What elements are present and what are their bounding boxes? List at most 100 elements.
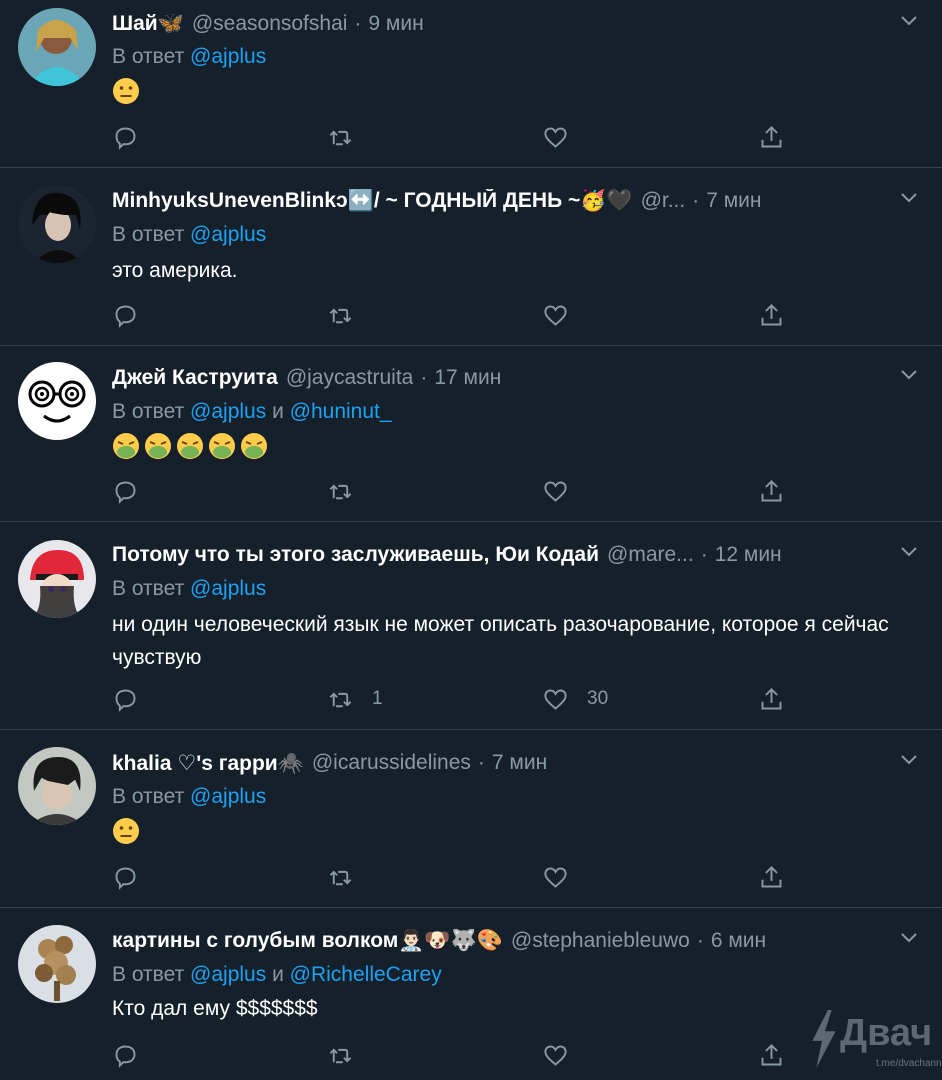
handle[interactable]: @r... (641, 189, 686, 213)
separator-dot: · (700, 543, 708, 566)
watermark-brand: Двач (840, 1012, 933, 1054)
reply-button[interactable] (112, 862, 139, 892)
reply-prefix: В ответ (112, 223, 185, 246)
display-name[interactable]: khalia ♡'s гарри🕷️ (112, 751, 304, 776)
display-name[interactable]: Джей Каструита (112, 366, 278, 390)
timestamp[interactable]: 6 мин (711, 929, 766, 953)
mention-link[interactable]: @ajplus (190, 45, 266, 68)
retweet-icon (329, 870, 352, 885)
reply-button[interactable] (112, 300, 139, 330)
separator-dot: · (477, 751, 485, 774)
timestamp[interactable]: 7 мин (492, 751, 547, 775)
reply-icon (115, 305, 136, 328)
timestamp[interactable]: 7 мин (706, 189, 761, 213)
vomiting-face-emoji (241, 433, 267, 460)
avatar[interactable] (18, 540, 96, 618)
like-button[interactable] (542, 122, 587, 152)
retweet-button[interactable] (327, 476, 372, 506)
reply-icon (115, 689, 136, 712)
timestamp[interactable]: 9 мин (368, 12, 423, 36)
separator-dot: · (696, 929, 704, 952)
avatar[interactable] (18, 8, 96, 86)
like-button[interactable] (542, 862, 587, 892)
share-button[interactable] (758, 122, 785, 152)
handle[interactable]: @mare... (607, 543, 694, 567)
mention-link[interactable]: @ajplus (190, 785, 266, 808)
share-button[interactable] (758, 300, 785, 330)
chevron-down-icon[interactable] (898, 364, 920, 386)
reply-button[interactable] (112, 476, 139, 506)
retweet-icon (329, 308, 352, 323)
display-name[interactable]: Шай🦋 (112, 12, 184, 36)
retweet-button[interactable] (327, 1040, 372, 1070)
mention-link[interactable]: @ajplus (190, 223, 266, 246)
separator-dot: · (420, 366, 428, 389)
handle[interactable]: @jaycastruita (286, 366, 414, 390)
share-button[interactable] (758, 862, 785, 892)
tweet-actions (112, 122, 812, 152)
display-name[interactable]: Потому что ты этого заслуживаешь, Юи Код… (112, 543, 599, 567)
retweet-button[interactable] (327, 300, 372, 330)
separator-dot: · (354, 12, 362, 35)
tweet[interactable]: Шай🦋 @seasonsofshai · 9 мин В ответ @ajp… (0, 0, 942, 168)
handle[interactable]: @stephaniebleuwo (511, 929, 690, 953)
reply-joiner: и (272, 400, 284, 423)
avatar[interactable] (18, 185, 96, 263)
reply-button[interactable] (112, 684, 139, 714)
tweet[interactable]: картины с голубым волком👨🏻‍⚕️🐶🐺🎨 @stepha… (0, 908, 942, 1080)
vomiting-face-emoji (113, 433, 139, 460)
reply-prefix: В ответ (112, 785, 185, 808)
avatar[interactable] (18, 747, 96, 825)
share-button[interactable] (758, 476, 785, 506)
mention-link[interactable]: @huninut_ (290, 400, 392, 423)
chevron-down-icon[interactable] (898, 927, 920, 949)
retweet-button[interactable]: 1 (327, 684, 383, 714)
like-button[interactable] (542, 1040, 587, 1070)
avatar[interactable] (18, 925, 96, 1003)
like-icon (544, 481, 567, 502)
chevron-down-icon[interactable] (898, 541, 920, 563)
retweet-button[interactable] (327, 862, 372, 892)
like-button[interactable]: 30 (542, 684, 608, 714)
tweet[interactable]: Потому что ты этого заслуживаешь, Юи Код… (0, 522, 942, 730)
mention-link[interactable]: @RichelleCarey (290, 963, 442, 986)
chevron-down-icon[interactable] (898, 187, 920, 209)
reply-button[interactable] (112, 1040, 139, 1070)
watermark: Двач t.me/dvachannel (806, 1004, 942, 1074)
like-button[interactable] (542, 476, 587, 506)
reply-button[interactable] (112, 122, 139, 152)
share-button[interactable] (758, 1040, 785, 1070)
like-button[interactable] (542, 300, 587, 330)
display-name[interactable]: картины с голубым волком👨🏻‍⚕️🐶🐺🎨 (112, 929, 503, 953)
tweet[interactable]: MinhyuksUnevenBlinkↄ↔️/ ~ ГОДНЫЙ ДЕНЬ ~🥳… (0, 168, 942, 346)
share-button[interactable] (758, 684, 785, 714)
tweet[interactable]: khalia ♡'s гарри🕷️ @icarussidelines · 7 … (0, 730, 942, 908)
tweet-actions (112, 862, 812, 892)
handle[interactable]: @icarussidelines (312, 751, 471, 775)
retweet-icon (329, 484, 352, 499)
timestamp[interactable]: 12 мин (715, 543, 782, 567)
tweet-text: Кто дал ему $$$$$$$ (112, 997, 318, 1020)
mention-link[interactable]: @ajplus (190, 400, 266, 423)
share-icon (761, 687, 782, 709)
tweet-actions (112, 1040, 812, 1070)
mention-link[interactable]: @ajplus (190, 963, 266, 986)
timestamp[interactable]: 17 мин (434, 366, 501, 390)
chevron-down-icon[interactable] (898, 749, 920, 771)
reply-context: В ответ @ajplus и @huninut_ (112, 400, 392, 424)
vomiting-face-emoji (209, 433, 235, 460)
mention-link[interactable]: @ajplus (190, 577, 266, 600)
display-name[interactable]: MinhyuksUnevenBlinkↄ↔️/ ~ ГОДНЫЙ ДЕНЬ ~🥳… (112, 189, 633, 213)
chevron-down-icon[interactable] (898, 10, 920, 32)
reply-context: В ответ @ajplus и @RichelleCarey (112, 963, 442, 987)
avatar[interactable] (18, 362, 96, 440)
reply-context: В ответ @ajplus (112, 45, 266, 69)
retweet-count: 1 (372, 688, 383, 709)
like-icon (544, 127, 567, 148)
reply-prefix: В ответ (112, 577, 185, 600)
handle[interactable]: @seasonsofshai (192, 12, 348, 36)
tweet-actions: 1 30 (112, 684, 812, 714)
retweet-button[interactable] (327, 122, 372, 152)
neutral-face-emoji (113, 818, 139, 845)
tweet[interactable]: Джей Каструита @jaycastruita · 17 мин В … (0, 346, 942, 522)
